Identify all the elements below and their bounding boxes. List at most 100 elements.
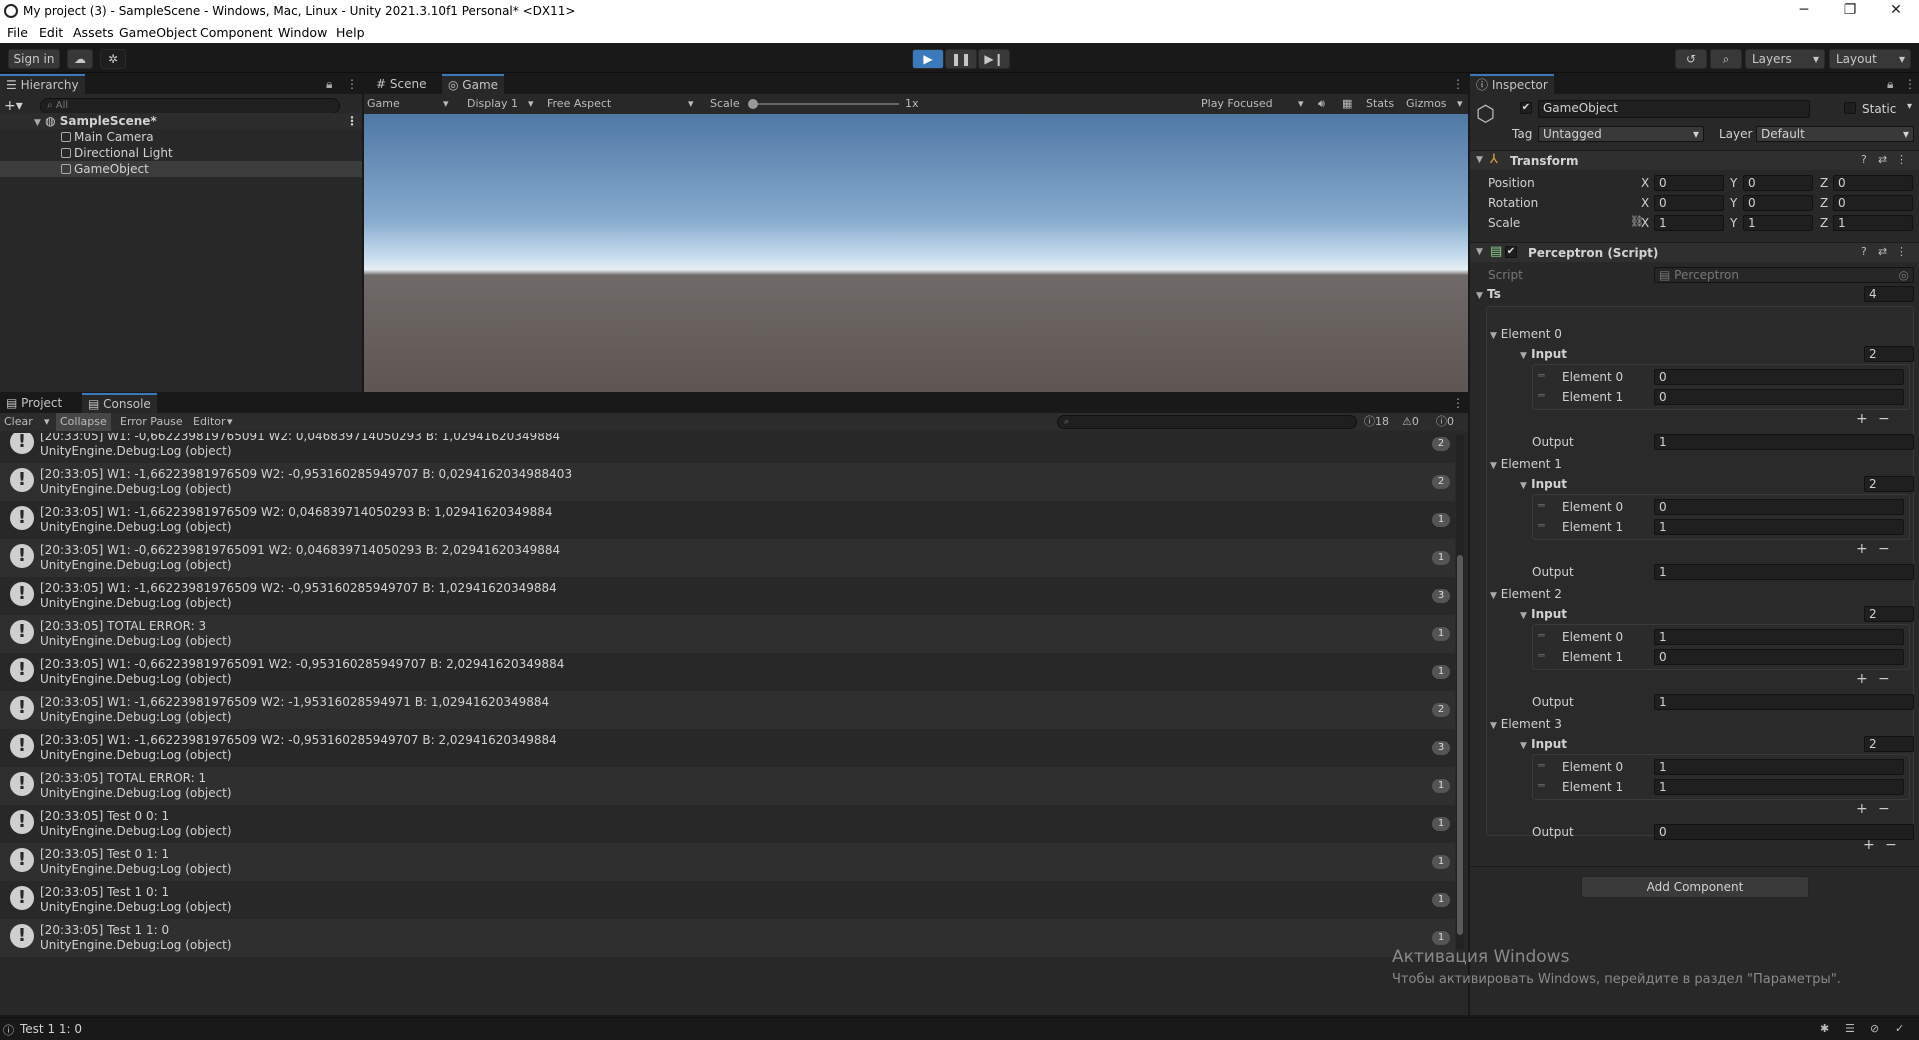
add-component-button[interactable]: Add Component bbox=[1581, 876, 1809, 898]
grid-icon[interactable]: ▦ bbox=[1342, 95, 1352, 113]
status-message[interactable]: Test 1 1: 0 bbox=[20, 1022, 82, 1036]
log-row[interactable]: ! [20:33:05] W1: -1,66223981976509 W2: -0… bbox=[0, 577, 1455, 615]
tab-scene[interactable]: # Scene bbox=[370, 74, 432, 94]
expand-triangle-icon[interactable]: ▼ bbox=[1476, 247, 1483, 257]
log-row[interactable]: ! [20:33:05] TOTAL ERROR: 3 UnityEngine.De… bbox=[0, 615, 1455, 653]
preset-icon[interactable]: ⇄ bbox=[1878, 153, 1887, 166]
input-element-field[interactable]: 0 bbox=[1654, 649, 1904, 665]
expand-triangle-icon[interactable]: ▼ bbox=[34, 118, 41, 128]
output-field[interactable]: 1 bbox=[1654, 434, 1914, 450]
tab-project[interactable]: ▤ Project bbox=[0, 393, 68, 413]
input-size-field[interactable]: 2 bbox=[1864, 606, 1914, 622]
scale-slider[interactable] bbox=[751, 103, 899, 105]
stats-button[interactable]: Stats bbox=[1366, 95, 1394, 113]
error-pause-toggle[interactable]: Error Pause bbox=[120, 413, 183, 431]
expand-triangle-icon[interactable]: ▼ bbox=[1490, 591, 1497, 601]
lock-icon[interactable]: 🔒︎ bbox=[326, 77, 332, 92]
add-icon[interactable]: +▾ bbox=[4, 98, 23, 114]
ts-foldout[interactable]: ▼ Ts bbox=[1476, 286, 1501, 304]
minimize-button[interactable]: ─ bbox=[1781, 0, 1827, 22]
game-viewport[interactable] bbox=[364, 114, 1468, 392]
input-foldout[interactable]: ▼ Input bbox=[1520, 346, 1567, 364]
drag-handle-icon[interactable]: ═ bbox=[1538, 499, 1545, 512]
pos-z-field[interactable]: 0 bbox=[1833, 175, 1913, 191]
script-enabled-checkbox[interactable]: ✔ bbox=[1505, 246, 1517, 258]
input-foldout[interactable]: ▼ Input bbox=[1520, 476, 1567, 494]
tab-hierarchy[interactable]: ☰ Hierarchy bbox=[0, 74, 85, 94]
input-element-field[interactable]: 1 bbox=[1654, 779, 1904, 795]
menu-edit[interactable]: Edit bbox=[39, 25, 63, 40]
database-icon[interactable]: ☰ bbox=[1845, 1022, 1855, 1035]
maximize-button[interactable]: ❐ bbox=[1827, 0, 1873, 22]
input-element-field[interactable]: 1 bbox=[1654, 759, 1904, 775]
lock-icon[interactable]: 🔒︎ bbox=[1887, 77, 1893, 92]
input-add-button[interactable]: + bbox=[1856, 672, 1868, 686]
input-remove-button[interactable]: − bbox=[1878, 672, 1890, 686]
drag-handle-icon[interactable]: ═ bbox=[1538, 649, 1545, 662]
ts-element-foldout[interactable]: ▼ Element 2 bbox=[1490, 586, 1562, 604]
active-checkbox[interactable]: ✔ bbox=[1520, 102, 1532, 114]
expand-triangle-icon[interactable]: ▼ bbox=[1520, 481, 1527, 491]
input-element-field[interactable]: 1 bbox=[1654, 519, 1904, 535]
play-button[interactable]: ▶ bbox=[912, 49, 944, 69]
no-sync-icon[interactable]: ⊘ bbox=[1870, 1022, 1879, 1035]
log-row[interactable]: ! [20:33:05] W1: -1,66223981976509 W2: -1… bbox=[0, 691, 1455, 729]
console-log-list[interactable]: ! [20:33:05] W1: -0,662239819765091 W2: 0… bbox=[0, 433, 1455, 993]
kebab-menu-icon[interactable]: ⋮ bbox=[346, 113, 358, 129]
output-field[interactable]: 0 bbox=[1654, 824, 1914, 840]
ts-size-field[interactable]: 4 bbox=[1864, 286, 1914, 302]
layer-dropdown[interactable]: Default ▾ bbox=[1756, 126, 1914, 142]
cloud-icon[interactable]: ☁ bbox=[67, 49, 93, 69]
hierarchy-item-main-camera[interactable]: Main Camera bbox=[0, 129, 362, 145]
menu-assets[interactable]: Assets bbox=[73, 25, 114, 40]
drag-handle-icon[interactable]: ═ bbox=[1538, 629, 1545, 642]
expand-triangle-icon[interactable]: ▼ bbox=[1520, 741, 1527, 751]
input-element-field[interactable]: 0 bbox=[1654, 369, 1904, 385]
ts-element-foldout[interactable]: ▼ Element 1 bbox=[1490, 456, 1562, 474]
console-scrollbar-thumb[interactable] bbox=[1457, 555, 1463, 935]
rot-y-field[interactable]: 0 bbox=[1743, 195, 1813, 211]
drag-handle-icon[interactable]: ═ bbox=[1538, 779, 1545, 792]
editor-dropdown[interactable]: Editor bbox=[193, 413, 226, 431]
input-size-field[interactable]: 2 bbox=[1864, 736, 1914, 752]
kebab-menu-icon[interactable]: ⋮ bbox=[346, 77, 358, 91]
aspect-dropdown[interactable]: Free Aspect bbox=[547, 95, 611, 113]
input-size-field[interactable]: 2 bbox=[1864, 346, 1914, 362]
pos-x-field[interactable]: 0 bbox=[1654, 175, 1724, 191]
log-row[interactable]: ! [20:33:05] Test 1 0: 1 UnityEngine.Debug… bbox=[0, 881, 1455, 919]
expand-triangle-icon[interactable]: ▼ bbox=[1476, 291, 1483, 301]
tab-inspector[interactable]: ⓘ Inspector bbox=[1470, 74, 1554, 94]
game-dropdown[interactable]: Game bbox=[367, 95, 400, 113]
input-foldout[interactable]: ▼ Input bbox=[1520, 606, 1567, 624]
log-row[interactable]: ! [20:33:05] Test 0 1: 1 UnityEngine.Debug… bbox=[0, 843, 1455, 881]
static-checkbox[interactable] bbox=[1844, 102, 1856, 114]
collab-icon[interactable]: ✲ bbox=[100, 49, 126, 69]
hierarchy-search-input[interactable]: ⌕ All bbox=[40, 98, 340, 114]
input-add-button[interactable]: + bbox=[1856, 802, 1868, 816]
expand-triangle-icon[interactable]: ▼ bbox=[1520, 351, 1527, 361]
sign-in-button[interactable]: Sign in bbox=[8, 49, 60, 69]
menu-component[interactable]: Component bbox=[200, 25, 273, 40]
input-add-button[interactable]: + bbox=[1856, 542, 1868, 556]
hierarchy-item-gameobject[interactable]: GameObject bbox=[0, 161, 362, 177]
input-foldout[interactable]: ▼ Input bbox=[1520, 736, 1567, 754]
close-button[interactable]: ✕ bbox=[1873, 0, 1919, 22]
drag-handle-icon[interactable]: ═ bbox=[1538, 759, 1545, 772]
script-header[interactable]: ▼ ▤ ✔ Perceptron (Script) ? ⇄ ⋮ bbox=[1470, 242, 1919, 262]
input-element-field[interactable]: 1 bbox=[1654, 629, 1904, 645]
log-row[interactable]: ! [20:33:05] W1: -0,662239819765091 W2: 0… bbox=[0, 433, 1455, 463]
object-name-field[interactable]: GameObject bbox=[1538, 100, 1810, 118]
gizmos-button[interactable]: Gizmos bbox=[1406, 95, 1447, 113]
tag-dropdown[interactable]: Untagged ▾ bbox=[1538, 126, 1704, 142]
rot-x-field[interactable]: 0 bbox=[1654, 195, 1724, 211]
output-field[interactable]: 1 bbox=[1654, 694, 1914, 710]
display-dropdown[interactable]: Display 1 bbox=[467, 95, 518, 113]
scale-slider-handle[interactable] bbox=[748, 99, 758, 109]
log-row[interactable]: ! [20:33:05] Test 1 1: 0 UnityEngine.Debug… bbox=[0, 919, 1455, 957]
expand-triangle-icon[interactable]: ▼ bbox=[1490, 721, 1497, 731]
input-remove-button[interactable]: − bbox=[1878, 802, 1890, 816]
layout-dropdown[interactable]: Layout ▾ bbox=[1829, 49, 1911, 69]
warning-count-toggle[interactable]: ⚠0 bbox=[1402, 413, 1419, 431]
expand-triangle-icon[interactable]: ▼ bbox=[1476, 155, 1483, 165]
menu-file[interactable]: File bbox=[7, 25, 28, 40]
